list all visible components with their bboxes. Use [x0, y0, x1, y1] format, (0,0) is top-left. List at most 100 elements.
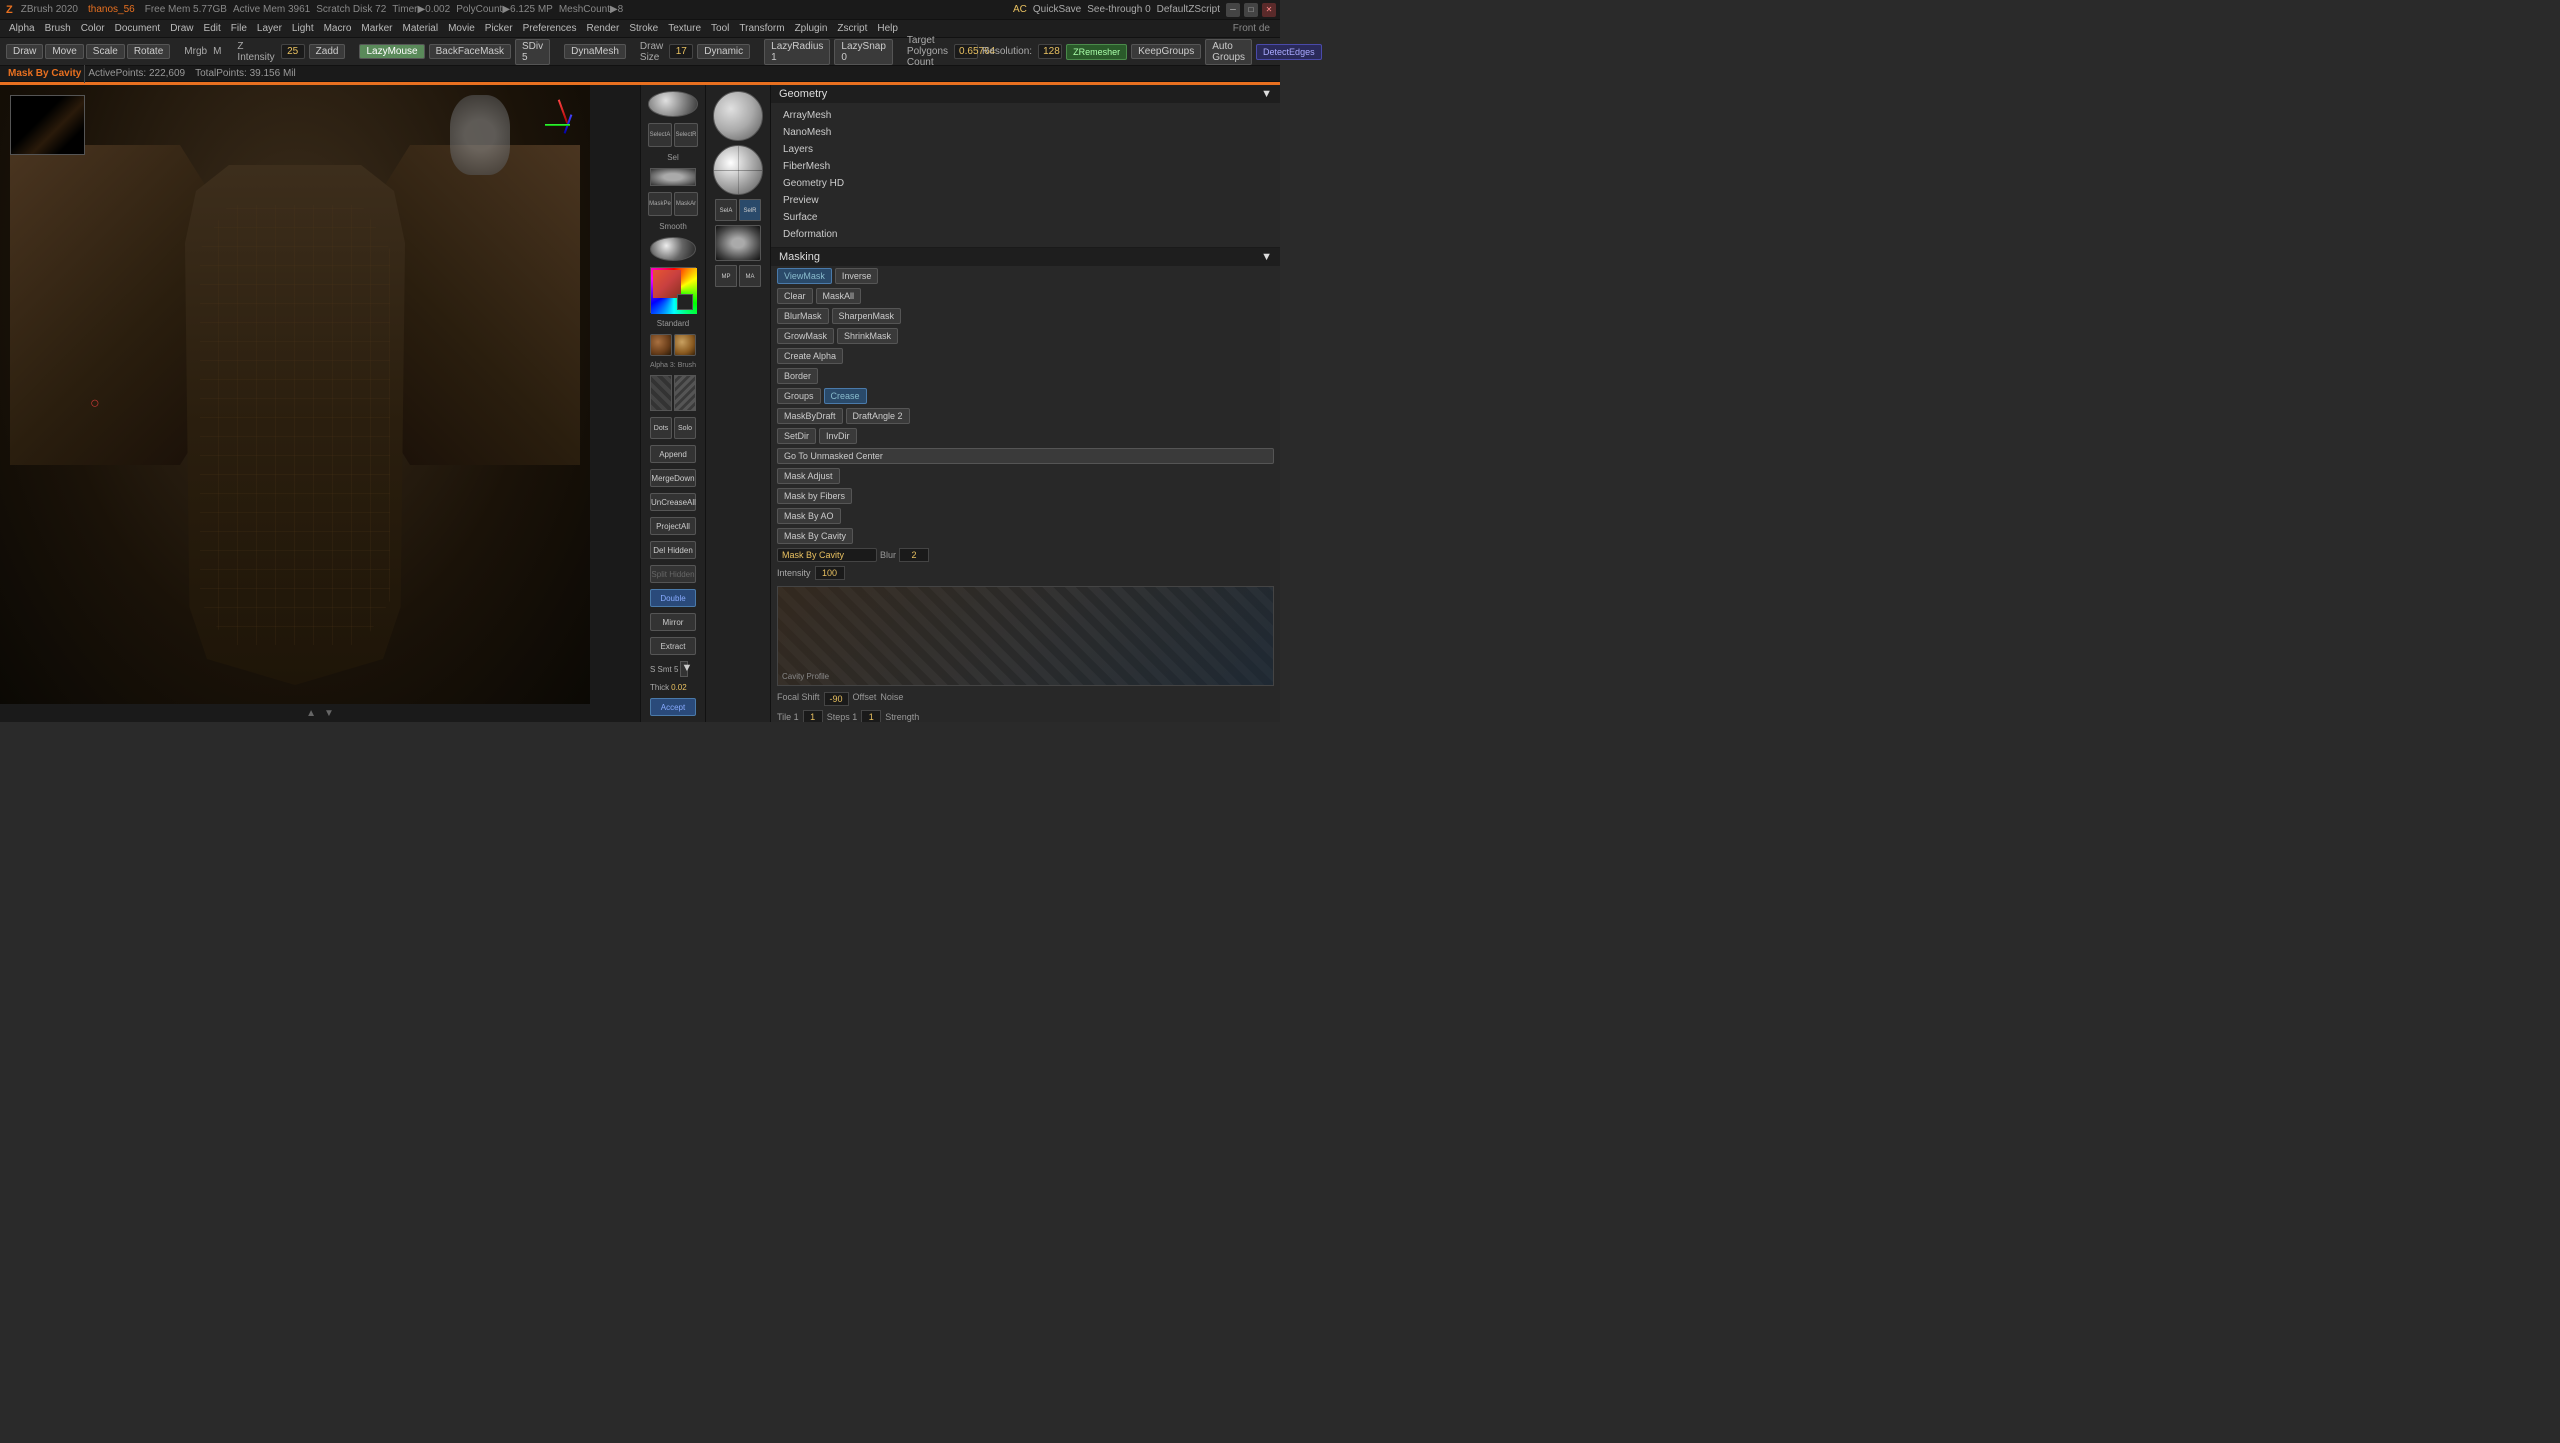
backface-btn[interactable]: BackFaceMask [429, 44, 511, 59]
geometry-header[interactable]: Geometry ▼ [771, 85, 1280, 103]
groups-btn[interactable]: Groups [777, 388, 821, 404]
surface-item[interactable]: Surface [777, 209, 1274, 226]
keep-groups-btn[interactable]: KeepGroups [1131, 44, 1201, 59]
menu-transform[interactable]: Transform [734, 20, 789, 37]
menu-edit[interactable]: Edit [199, 20, 226, 37]
steps-val[interactable]: 1 [861, 710, 881, 722]
see-through-label[interactable]: See-through 0 [1087, 4, 1150, 15]
preview-item[interactable]: Preview [777, 192, 1274, 209]
viewport-panel[interactable]: ○ ▲ ▼ [0, 85, 640, 722]
masking-header[interactable]: Masking ▼ [771, 248, 1280, 266]
menu-marker[interactable]: Marker [356, 20, 397, 37]
nano-mesh-item[interactable]: NanoMesh [777, 124, 1274, 141]
menu-brush[interactable]: Brush [40, 20, 76, 37]
view-mask-btn[interactable]: ViewMask [777, 268, 832, 284]
brush-thumb[interactable] [674, 375, 696, 411]
close-icon[interactable]: ✕ [1262, 3, 1276, 17]
sdiv-btn[interactable]: SDiv 5 [515, 39, 550, 65]
thick-val[interactable]: 0.02 [671, 683, 687, 692]
maximize-icon[interactable]: □ [1244, 3, 1258, 17]
go-to-unmasked-btn[interactable]: Go To Unmasked Center [777, 448, 1274, 464]
extract-btn[interactable]: Extract [650, 637, 696, 655]
blur-val[interactable]: 2 [899, 548, 929, 562]
menu-picker[interactable]: Picker [480, 20, 518, 37]
mask-ao-btn[interactable]: Mask By AO [777, 508, 841, 524]
border-btn[interactable]: Border [777, 368, 818, 384]
menu-light[interactable]: Light [287, 20, 319, 37]
menu-document[interactable]: Document [110, 20, 166, 37]
menu-help[interactable]: Help [872, 20, 903, 37]
draw-size-value[interactable]: 17 [669, 44, 693, 59]
detect-edges-btn[interactable]: DetectEdges [1256, 44, 1322, 60]
grow-mask-btn[interactable]: GrowMask [777, 328, 834, 344]
menu-material[interactable]: Material [398, 20, 444, 37]
focal-shift-val[interactable]: -90 [824, 692, 849, 706]
append-btn-brush[interactable]: Append [650, 445, 696, 463]
move-btn[interactable]: Move [45, 44, 83, 59]
menu-alpha[interactable]: Alpha [4, 20, 40, 37]
solo-btn[interactable]: Solo [674, 417, 696, 439]
blur-mask-btn[interactable]: BlurMask [777, 308, 829, 324]
menu-draw[interactable]: Draw [165, 20, 198, 37]
menu-color[interactable]: Color [76, 20, 110, 37]
mask-fibers-btn[interactable]: Mask by Fibers [777, 488, 852, 504]
deformation-item[interactable]: Deformation [777, 226, 1274, 243]
select-a-btn[interactable]: SelectA [648, 123, 672, 147]
inv-dir-btn[interactable]: InvDir [819, 428, 857, 444]
lazy-snap-btn[interactable]: LazySnap 0 [834, 39, 892, 65]
3d-viewport[interactable]: ○ [0, 85, 590, 722]
color-swatch-container[interactable] [650, 267, 696, 313]
tile-val[interactable]: 1 [803, 710, 823, 722]
menu-movie[interactable]: Movie [443, 20, 480, 37]
project-btn[interactable]: ProjectAll [650, 517, 696, 535]
material-select-r[interactable]: SelR [739, 199, 761, 221]
menu-tool[interactable]: Tool [706, 20, 734, 37]
quicksave-btn[interactable]: QuickSave [1033, 4, 1081, 15]
swatch-brown-1[interactable] [650, 334, 672, 356]
del-hidden-btn[interactable]: Del Hidden [650, 541, 696, 559]
resolution-value[interactable]: 128 [1038, 44, 1062, 59]
mask-all-btn[interactable]: MaskAll [816, 288, 862, 304]
mask-adjust-btn[interactable]: Mask Adjust [777, 468, 840, 484]
split-hidden-btn[interactable]: Split Hidden [650, 565, 696, 583]
geometry-hd-item[interactable]: Geometry HD [777, 175, 1274, 192]
dyna-btn[interactable]: DynaMesh [564, 44, 626, 59]
swatch-brown-2[interactable] [674, 334, 696, 356]
select-r-btn[interactable]: SelectR [674, 123, 698, 147]
layers-item[interactable]: Layers [777, 141, 1274, 158]
merge-btn[interactable]: MergeDown [650, 469, 696, 487]
zremesher-btn[interactable]: ZRemesher [1066, 44, 1127, 60]
z-intensity-value[interactable]: 25 [281, 44, 305, 59]
create-alpha-btn[interactable]: Create Alpha [777, 348, 843, 364]
mask-cavity-header-btn[interactable]: Mask By Cavity [777, 528, 853, 544]
dynamic-btn[interactable]: Dynamic [697, 44, 750, 59]
menu-texture[interactable]: Texture [663, 20, 706, 37]
menu-stroke[interactable]: Stroke [624, 20, 663, 37]
shrink-mask-btn[interactable]: ShrinkMask [837, 328, 898, 344]
mirror-btn[interactable]: Mirror [650, 613, 696, 631]
set-dir-btn[interactable]: SetDir [777, 428, 816, 444]
crease-btn[interactable]: Crease [824, 388, 867, 404]
auto-groups-btn[interactable]: Auto Groups [1205, 39, 1252, 65]
array-mesh-item[interactable]: ArrayMesh [777, 107, 1274, 124]
inverse-btn[interactable]: Inverse [835, 268, 879, 284]
menu-macro[interactable]: Macro [319, 20, 357, 37]
maskpe-btn[interactable]: MaskPe [648, 192, 672, 216]
scale-btn[interactable]: Scale [86, 44, 125, 59]
mask-by-draft-btn[interactable]: MaskByDraft [777, 408, 843, 424]
draft-angle-btn[interactable]: DraftAngle 2 [846, 408, 910, 424]
zadd-btn[interactable]: Zadd [309, 44, 346, 59]
mask-pe-btn[interactable]: MP [715, 265, 737, 287]
nav-up-icon[interactable]: ▲ [306, 708, 316, 719]
lazy-radius-btn[interactable]: LazyRadius 1 [764, 39, 830, 65]
dots-btn[interactable]: Dots [650, 417, 672, 439]
default-script[interactable]: DefaultZScript [1157, 4, 1220, 15]
ssmt-arrow[interactable]: ▼ [680, 661, 688, 677]
double-btn[interactable]: Double [650, 589, 696, 607]
target-poly-value[interactable]: 0.65764 [954, 44, 978, 59]
menu-zplugin[interactable]: Zplugin [790, 20, 833, 37]
material-select-a[interactable]: SelA [715, 199, 737, 221]
clear-btn[interactable]: Clear [777, 288, 813, 304]
nav-down-icon[interactable]: ▼ [324, 708, 334, 719]
fiber-mesh-item[interactable]: FiberMesh [777, 158, 1274, 175]
